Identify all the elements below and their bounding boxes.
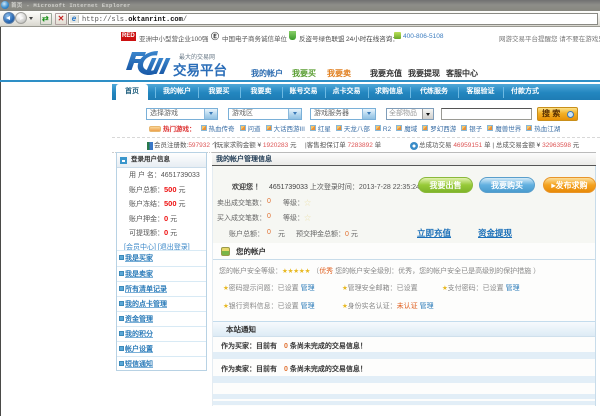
svg-text:最大的交易网: 最大的交易网 xyxy=(179,53,215,61)
svg-text:交易平台: 交易平台 xyxy=(173,62,227,78)
